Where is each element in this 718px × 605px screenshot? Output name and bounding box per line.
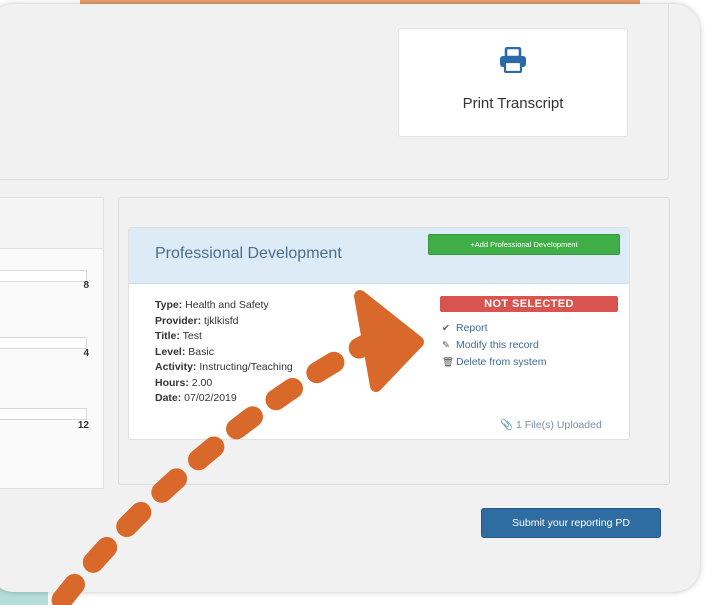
modify-record-link[interactable]: ✎ Modify this record	[442, 337, 546, 354]
trash-icon: 🗑	[442, 357, 455, 368]
printer-icon	[500, 47, 526, 73]
app-window: Print Transcript 8 4 12 Professional Dev…	[0, 4, 700, 592]
delete-record-link[interactable]: 🗑 Delete from system	[442, 354, 546, 371]
summary-count: 12	[77, 420, 89, 431]
detail-provider: Provider: tjklkisfd	[155, 314, 293, 330]
detail-type: Type: Health and Safety	[155, 298, 293, 314]
summary-row-bar	[0, 270, 87, 282]
status-badge: NOT SELECTED	[440, 296, 618, 312]
detail-value: Instructing/Teaching	[196, 361, 293, 373]
modify-record-label: Modify this record	[456, 339, 539, 351]
detail-label: Title:	[155, 330, 180, 342]
detail-label: Hours:	[155, 376, 189, 389]
detail-value: 07/02/2019	[181, 392, 237, 404]
detail-value: Health and Safety	[182, 299, 269, 311]
detail-value: tjklkisfd	[201, 314, 239, 327]
summary-row-bar	[0, 408, 87, 420]
summary-row-bar	[0, 337, 87, 349]
detail-label: Date:	[155, 392, 182, 404]
detail-hours: Hours: 2.00	[155, 376, 293, 392]
left-panel-header	[0, 198, 103, 249]
pencil-icon: ✎	[442, 340, 450, 351]
pd-record-card: Professional Development +Add Profession…	[128, 227, 630, 440]
paperclip-icon: 📎	[500, 419, 516, 431]
detail-title: Title: Test	[155, 329, 293, 345]
detail-value: Test	[179, 330, 202, 342]
detail-value: 2.00	[188, 376, 213, 389]
uploaded-files-link[interactable]: 📎 1 File(s) Uploaded	[500, 418, 602, 431]
record-details: Type: Health and Safety Provider: tjklki…	[155, 298, 293, 407]
pd-title: Professional Development	[155, 245, 342, 262]
detail-date: Date: 07/02/2019	[155, 391, 293, 407]
uploaded-files-label: 1 File(s) Uploaded	[516, 419, 602, 431]
detail-label: Type:	[155, 299, 183, 311]
detail-label: Level:	[155, 345, 186, 358]
record-actions: ✔ Report ✎ Modify this record 🗑 Delete from…	[442, 320, 546, 371]
report-link[interactable]: ✔ Report	[442, 320, 546, 337]
detail-label: Provider:	[155, 314, 202, 327]
summary-count: 4	[83, 348, 89, 359]
left-summary-panel: 8 4 12	[0, 197, 104, 489]
detail-label: Activity:	[155, 361, 197, 373]
print-transcript-label: Print Transcript	[462, 95, 564, 112]
summary-count: 8	[83, 280, 89, 291]
delete-record-label: Delete from system	[456, 356, 547, 368]
detail-level: Level: Basic	[155, 345, 293, 361]
add-professional-development-button[interactable]: +Add Professional Development	[428, 234, 620, 255]
submit-reporting-pd-button[interactable]: Submit your reporting PD	[481, 508, 661, 538]
detail-value: Basic	[185, 345, 214, 358]
check-icon: ✔	[442, 323, 450, 334]
print-transcript-button[interactable]: Print Transcript	[398, 28, 628, 137]
detail-activity: Activity: Instructing/Teaching	[155, 360, 293, 376]
top-panel: Print Transcript	[0, 4, 669, 180]
report-link-label: Report	[456, 322, 488, 334]
pd-card-header: Professional Development +Add Profession…	[129, 228, 629, 284]
